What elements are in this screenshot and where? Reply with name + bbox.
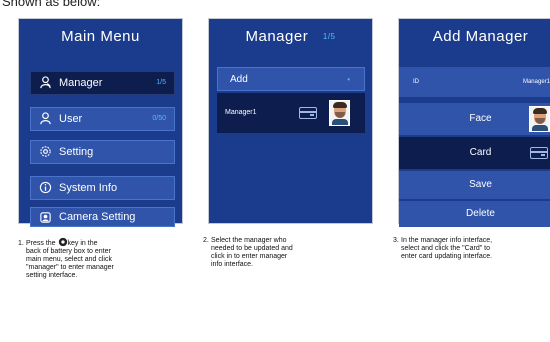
delete-label: Delete [466,208,495,219]
delete-button[interactable]: Delete [399,201,550,227]
menu-item-manager[interactable]: Manager 1/5 [30,71,175,95]
add-manager-screen: Add Manager ID Manager1 Face Card Save D… [398,18,550,227]
step-text: "manager" to enter manager [26,264,114,271]
card-icon [299,107,317,119]
step-text: Select the manager who [211,237,287,244]
user-count: 0/50 [152,115,166,122]
instruction-step-3: 3. In the manager info interface, select … [393,237,548,261]
step-text: Press the [26,240,56,247]
screen-title: Main Menu [61,28,140,45]
step-number: 3. [393,237,399,244]
user-icon [40,112,51,125]
card-label: Card [469,147,492,158]
camera-icon [40,212,51,223]
add-manager-item[interactable]: Add • [217,67,365,91]
card-icon [530,147,548,159]
menu-item-label: Manager [59,77,103,89]
step-text: info interface. [211,261,254,268]
screen-title: Add Manager [432,28,529,45]
id-label: ID [413,79,419,85]
menu-item-label: System Info [59,182,118,194]
menu-item-camera-setting[interactable]: Camera Setting [30,207,175,227]
add-label: Add [230,74,248,85]
step-number: 2. [203,237,209,244]
step-text: key in the [67,240,98,247]
step-text: needed to be updated and [211,245,293,252]
step-text: back of battery box to enter [26,248,111,255]
menu-item-label: User [59,113,83,125]
gear-key-icon [58,237,67,247]
info-icon [39,181,52,194]
menu-item-setting[interactable]: Setting [30,140,175,164]
face-photo [329,100,350,126]
id-field: ID Manager1 [399,67,550,97]
screen-title-text: Manager [245,28,309,45]
save-label: Save [469,179,492,190]
menu-item-system-info[interactable]: System Info [30,176,175,200]
instruction-step-1: 1. Press the key in the back of battery b… [18,237,188,280]
face-label: Face [469,113,492,124]
id-value: Manager1 [522,79,550,85]
step-text: select and click the "Card" to [401,245,491,252]
menu-item-user[interactable]: User 0/50 [30,107,175,131]
gear-icon [40,146,51,157]
card-option[interactable]: Card [399,137,550,169]
face-photo [529,106,550,132]
section-heading: Shown as below: [2,0,101,9]
manager-icon [40,76,51,89]
screen-title: Manager 1/5 [209,23,372,51]
menu-item-label: Camera Setting [59,211,136,223]
manager-count: 1/5 [156,79,166,86]
add-marker: • [347,75,350,84]
step-number: 1. [18,240,24,247]
instruction-step-2: 2. Select the manager who needed to be up… [203,237,378,269]
step-text: main menu, select and click [26,256,112,263]
manager-name: Manager1 [225,109,257,116]
manager-list-screen: Manager 1/5 Add • Manager1 [208,18,373,224]
step-text: setting interface. [26,272,78,279]
step-text: enter card updating interface. [401,253,493,260]
manager-list-item[interactable]: Manager1 [217,93,365,133]
page-indicator: 1/5 [322,32,336,42]
menu-item-label: Setting [59,146,94,158]
main-menu-screen: Main Menu Manager 1/5 User 0/50 Setting … [18,18,183,227]
save-button[interactable]: Save [399,171,550,199]
step-text: In the manager info interface, [401,237,493,244]
face-option[interactable]: Face [399,103,550,135]
step-text: click in to enter manager [211,253,288,260]
